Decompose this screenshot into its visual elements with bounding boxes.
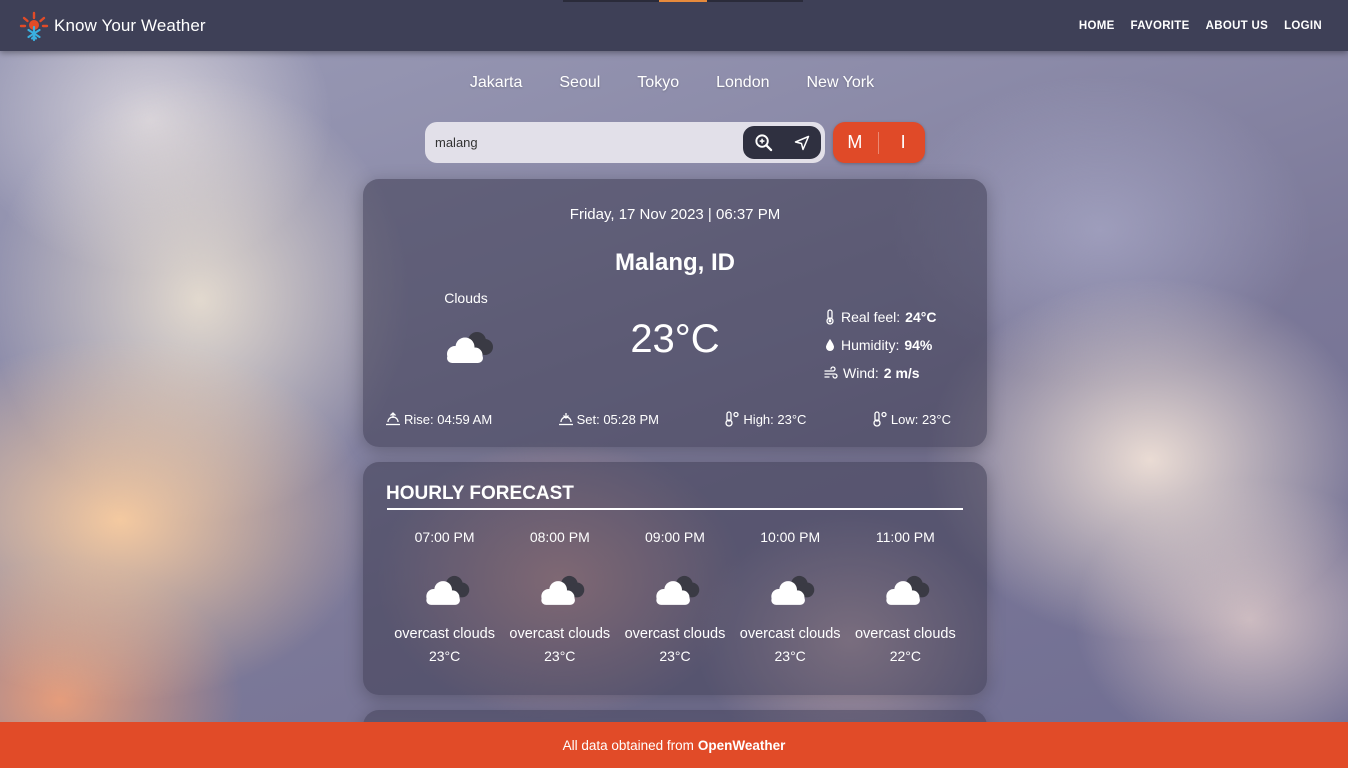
wind-row: Wind: 2 m/s <box>824 359 936 387</box>
current-location-button[interactable] <box>794 135 810 151</box>
brand[interactable]: Know Your Weather <box>18 10 206 42</box>
hour-description: overcast clouds <box>854 626 956 642</box>
section-divider <box>387 508 963 510</box>
unit-toggle: M I <box>833 122 925 163</box>
hour-time: 07:00 PM <box>414 529 475 545</box>
cloudy-icon <box>656 575 700 605</box>
hour-temperature: 23°C <box>428 648 461 664</box>
low-temp: Low: 23°C <box>872 411 951 427</box>
quick-city-list: Jakarta Seoul Tokyo London New York <box>0 74 1348 92</box>
humidity-row: Humidity: 94% <box>824 331 936 359</box>
local-datetime: Friday, 17 Nov 2023 | 06:37 PM <box>569 206 781 223</box>
humidity-label: Humidity: <box>841 337 900 353</box>
current-weather-card: Friday, 17 Nov 2023 | 06:37 PM Malang, I… <box>363 179 987 447</box>
hour-temperature: 23°C <box>544 648 576 664</box>
real-feel-value: 24°C <box>905 309 937 325</box>
search-actions <box>743 126 821 159</box>
footer-source-link[interactable]: OpenWeather <box>698 738 786 753</box>
hour-temperature: 23°C <box>774 648 806 664</box>
search-button[interactable] <box>754 133 773 152</box>
thermometer-icon <box>826 309 834 325</box>
zoom-search-icon <box>755 134 772 152</box>
condition-label: Clouds <box>444 290 488 306</box>
nav-link-about-us[interactable]: ABOUT US <box>1206 20 1268 32</box>
sunrise-time: Rise: 04:59 AM <box>404 411 493 427</box>
wind-value: 2 m/s <box>883 365 920 381</box>
humidity-value: 94% <box>904 337 933 353</box>
high-temp: High: 23°C <box>724 411 806 427</box>
city-link-tokyo[interactable]: Tokyo <box>637 74 679 92</box>
hourly-item: 09:00 PM overcast clouds 23°C <box>617 529 732 664</box>
water-drop-icon <box>826 339 834 351</box>
hourly-forecast-card: HOURLY FORECAST 07:00 PM overcast clouds… <box>363 462 987 695</box>
city-link-jakarta[interactable]: Jakarta <box>470 74 522 92</box>
nav-link-home[interactable]: HOME <box>1079 20 1115 32</box>
cloudy-icon <box>541 575 585 605</box>
hour-time: 09:00 PM <box>645 529 705 545</box>
nav-menu: HOME FAVORITE ABOUT US LOGIN <box>1079 20 1322 32</box>
hourly-forecast-title: HOURLY FORECAST <box>386 483 574 504</box>
sunrise: Rise: 04:59 AM <box>385 411 492 427</box>
real-feel-row: Real feel: 24°C <box>824 303 936 331</box>
city-link-seoul[interactable]: Seoul <box>559 74 600 92</box>
hourly-item: 11:00 PM overcast clouds 22°C <box>848 529 963 664</box>
sunset-time: Set: 05:28 PM <box>576 411 659 427</box>
imperial-unit-button[interactable]: I <box>883 132 923 153</box>
city-link-london[interactable]: London <box>716 74 769 92</box>
weather-logo-icon <box>19 11 49 41</box>
top-navbar: Know Your Weather HOME FAVORITE ABOUT US… <box>0 0 1348 51</box>
footer-bar: All data obtained from OpenWeather <box>0 722 1348 768</box>
search-bar <box>425 122 825 163</box>
location-name: Malang, ID <box>614 249 735 276</box>
location-arrow-icon <box>795 135 810 150</box>
sunset: Set: 05:28 PM <box>558 411 659 427</box>
hour-temperature: 23°C <box>659 648 691 664</box>
sunrise-icon <box>386 412 400 426</box>
hour-time: 10:00 PM <box>760 529 821 545</box>
thermometer-low-icon <box>873 411 887 427</box>
real-feel-label: Real feel: <box>841 309 901 325</box>
hourly-item: 07:00 PM overcast clouds 23°C <box>387 529 502 664</box>
hourly-item: 10:00 PM overcast clouds 23°C <box>733 529 848 664</box>
app-title: Know Your Weather <box>54 15 206 35</box>
cloudy-icon <box>425 575 469 605</box>
high-temp-value: High: 23°C <box>743 411 807 427</box>
nav-progress-indicator <box>563 0 803 2</box>
thermometer-high-icon <box>725 411 740 427</box>
nav-link-favorite[interactable]: FAVORITE <box>1131 20 1190 32</box>
hour-description: overcast clouds <box>739 626 841 642</box>
unit-divider <box>878 131 880 154</box>
wind-icon <box>824 366 838 379</box>
low-temp-value: Low: 23°C <box>890 411 951 427</box>
hour-description: overcast clouds <box>509 626 611 642</box>
footer-text: All data obtained from <box>562 737 694 753</box>
weather-details: Real feel: 24°C Humidity: 94% Wind: 2 m/… <box>824 303 936 387</box>
hourly-list: 07:00 PM overcast clouds 23°C 08:00 PM o… <box>387 529 963 664</box>
sun-temp-row: Rise: 04:59 AM Set: 05:28 PM High: 23°C <box>385 411 951 427</box>
hour-description: overcast clouds <box>624 626 726 642</box>
hourly-item: 08:00 PM overcast clouds 23°C <box>502 529 617 664</box>
sunset-icon <box>558 413 573 426</box>
cloudy-icon <box>771 575 815 605</box>
nav-link-login[interactable]: LOGIN <box>1284 20 1322 32</box>
cloudy-icon <box>886 575 930 605</box>
hour-time: 08:00 PM <box>529 529 590 545</box>
metric-unit-button[interactable]: M <box>835 132 875 153</box>
search-input[interactable] <box>435 135 735 150</box>
wind-label: Wind: <box>843 365 879 381</box>
hour-time: 11:00 PM <box>875 529 935 545</box>
city-link-new-york[interactable]: New York <box>806 74 874 92</box>
hour-description: overcast clouds <box>394 626 495 642</box>
hour-temperature: 22°C <box>889 648 921 664</box>
